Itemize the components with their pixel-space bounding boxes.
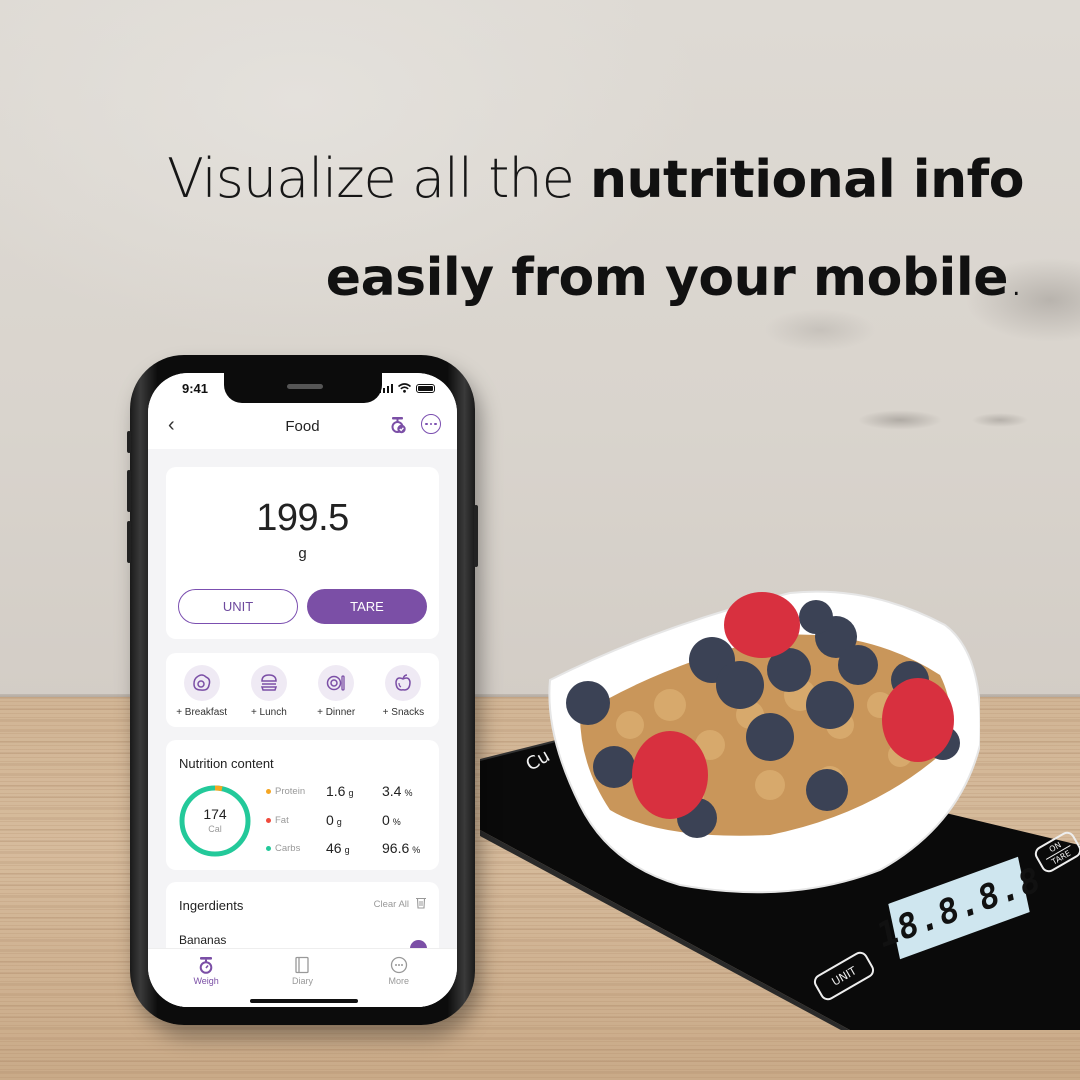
- phone-volume-down: [127, 521, 131, 563]
- phone-volume-up: [127, 470, 131, 512]
- trash-icon[interactable]: [415, 896, 427, 909]
- nutrient-percent: 0%: [382, 812, 401, 828]
- weight-card: 199.5 g UNIT TARE: [166, 467, 439, 639]
- meal-label: + Snacks: [382, 707, 425, 718]
- nutrition-row-protein: Protein 1.6 g 3.4%: [266, 781, 436, 801]
- more-icon: [390, 956, 407, 974]
- meal-lunch[interactable]: + Lunch: [235, 653, 302, 727]
- status-time: 9:41: [182, 380, 209, 396]
- smartphone: 9:41 ‹ Food 199.5 g UNIT TARE + Breakfas…: [127, 355, 478, 1025]
- calorie-unit: Cal: [208, 824, 222, 834]
- meal-label: + Lunch: [250, 707, 287, 718]
- scale-connected-icon[interactable]: [389, 416, 407, 434]
- phone-power-button: [474, 505, 478, 567]
- headline-line-2: easily from your mobile.: [167, 228, 1025, 326]
- wifi-icon: [398, 383, 411, 393]
- status-icons: [378, 383, 435, 393]
- nutrition-title: Nutrition content: [179, 756, 274, 771]
- page-title: Food: [285, 417, 320, 435]
- meal-label: + Dinner: [317, 707, 356, 718]
- tab-more[interactable]: More: [364, 949, 434, 1007]
- tab-weigh[interactable]: Weigh: [171, 949, 241, 1007]
- clear-all-button[interactable]: Clear All: [374, 899, 409, 910]
- fat-dot: [266, 817, 271, 823]
- unit-button[interactable]: UNIT: [178, 589, 298, 624]
- headline-light-text: Visualize all the: [167, 147, 590, 210]
- phone-notch: [224, 373, 382, 403]
- plate-icon: [318, 665, 355, 701]
- headline: Visualize all the nutritional info easil…: [167, 130, 1025, 326]
- headline-period: .: [1007, 248, 1025, 308]
- back-chevron-icon[interactable]: ‹: [168, 414, 175, 437]
- tab-label: Diary: [291, 976, 313, 986]
- tare-button[interactable]: TARE: [307, 589, 427, 624]
- carbs-dot: [266, 845, 271, 851]
- fried-egg-icon: [183, 665, 220, 701]
- battery-icon: [416, 383, 435, 393]
- nutrient-grams: 0g: [326, 812, 342, 828]
- app-screen: 9:41 ‹ Food 199.5 g UNIT TARE + Breakfas…: [148, 373, 457, 1007]
- weight-value: 199.5: [256, 497, 349, 539]
- burger-icon: [250, 665, 287, 701]
- meal-label: + Breakfast: [176, 707, 228, 718]
- headline-bold-text-2: easily from your mobile: [325, 248, 1009, 308]
- ingredients-title: Ingerdients: [179, 898, 244, 913]
- granola-bowl-image: [548, 590, 980, 894]
- tab-label: Weigh: [193, 976, 219, 986]
- headline-line-1: Visualize all the nutritional info: [167, 130, 1025, 228]
- nutrient-name: Fat: [275, 814, 289, 826]
- nutrition-row-fat: Fat 0g 0%: [266, 810, 436, 830]
- nutrient-name: Carbs: [275, 842, 301, 854]
- nutrient-name: Protein: [275, 785, 306, 797]
- nutrient-percent: 3.4%: [382, 783, 413, 799]
- nav-bar: ‹ Food: [148, 403, 457, 449]
- nutrition-card: Nutrition content 174 Cal Protein 1.6 g 3…: [166, 740, 439, 870]
- protein-dot: [266, 788, 271, 794]
- ingredient-name: Bananas: [179, 933, 227, 947]
- nutrient-grams: 1.6 g: [326, 783, 354, 799]
- book-icon: [295, 956, 310, 974]
- phone-mute-switch: [127, 431, 131, 453]
- weight-unit: g: [298, 545, 307, 562]
- meal-snacks[interactable]: + Snacks: [370, 653, 437, 727]
- meal-dinner[interactable]: + Dinner: [303, 653, 370, 727]
- nutrition-row-carbs: Carbs 46 g 96.6%: [266, 838, 436, 858]
- apple-icon: [385, 665, 422, 701]
- more-options-icon[interactable]: [421, 414, 441, 434]
- headline-bold-text: nutritional info: [590, 150, 1025, 210]
- calorie-value: 174: [203, 806, 227, 822]
- scale-icon: [199, 957, 213, 974]
- meals-card: + Breakfast + Lunch + Dinner + Snacks: [166, 653, 439, 727]
- home-indicator: [250, 999, 358, 1003]
- nutrient-percent: 96.6%: [382, 840, 421, 856]
- nutrient-grams: 46 g: [326, 840, 350, 856]
- meal-breakfast[interactable]: + Breakfast: [168, 653, 235, 727]
- tab-label: More: [388, 976, 410, 986]
